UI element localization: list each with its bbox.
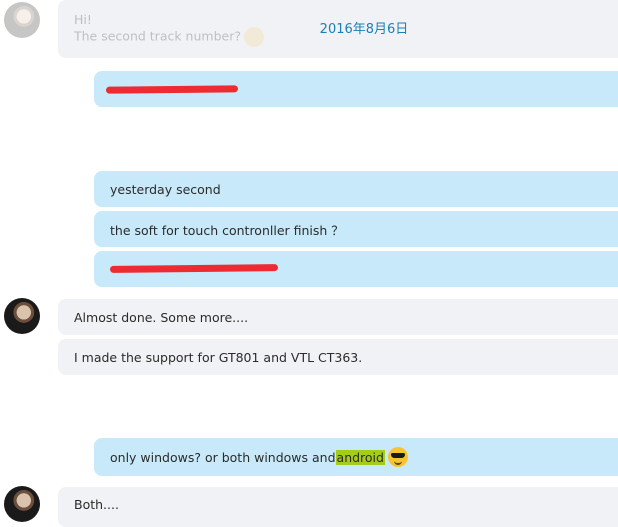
contact-avatar[interactable] <box>4 486 40 522</box>
message-outgoing: the soft for touch contronller finish ？ <box>94 211 618 247</box>
date-header: 2016年8月6日 <box>319 22 409 37</box>
message-incoming: Both.... <box>58 487 618 527</box>
message-text: Almost done. Some more.... <box>74 309 249 325</box>
message-text: I made the support for GT801 and VTL CT3… <box>74 349 363 365</box>
contact-avatar[interactable] <box>4 298 40 334</box>
message-outgoing: yesterday second <box>94 171 618 207</box>
highlighted-word: android <box>335 449 385 465</box>
message-outgoing: only windows? or both windows and androi… <box>94 438 618 476</box>
redaction-mark <box>105 85 239 94</box>
smile-mouth-icon <box>393 460 402 465</box>
message-text: the soft for touch contronller finish ？ <box>110 222 344 238</box>
sunglasses-emoji-icon <box>387 447 408 467</box>
message-text: only windows? or both windows and <box>110 449 336 465</box>
message-text: Both.... <box>74 497 119 512</box>
sunglasses-icon <box>390 453 405 458</box>
message-incoming: I made the support for GT801 and VTL CT3… <box>58 339 618 375</box>
message-text: yesterday second <box>110 181 221 197</box>
message-incoming: Almost done. Some more.... <box>58 299 618 335</box>
